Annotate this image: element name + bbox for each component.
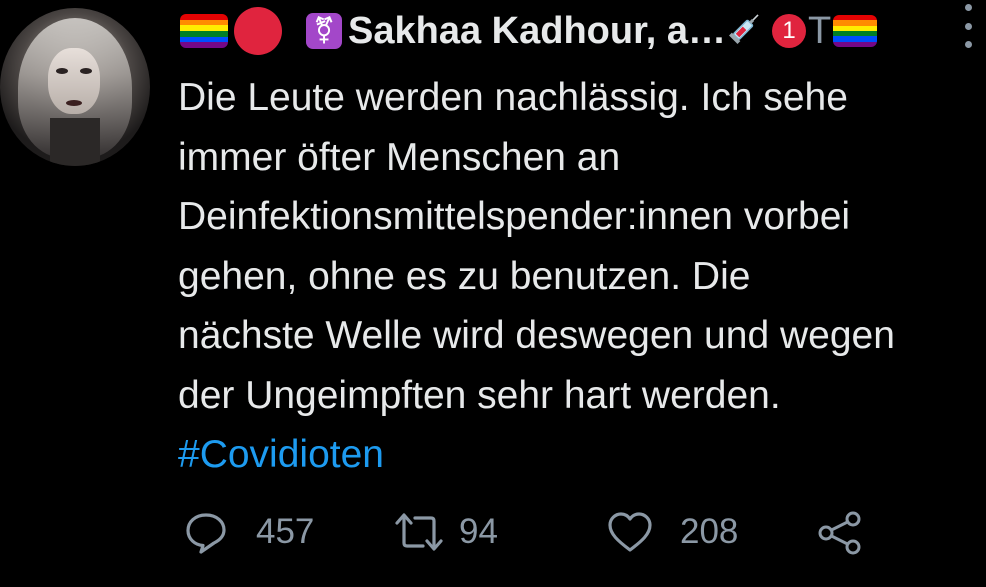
tweet-text: Die Leute werden nachlässig. Ich sehe im… [178,68,986,485]
rainbow-flag-icon [180,14,228,48]
retweet-icon [393,510,445,554]
share-icon [817,510,863,556]
tweet-text-line: der Ungeimpften sehr hart werden. [178,373,781,417]
tweet-text-line: Deinfektionsmittelspender:innen vorbei [178,195,851,238]
hashtag-link[interactable]: #Covidioten [178,425,986,485]
avatar[interactable] [0,8,150,166]
tweet-text-line: nächste Welle wird deswegen und wegen [178,314,895,357]
notification-badge: 1 [772,14,807,48]
tweet-text-line: gehen, ohne es zu benutzen. Die [178,254,751,298]
truncated-text-fragment: T [808,9,832,52]
transgender-symbol-icon: ⚧ [306,13,342,49]
tweet-header: ⚧ Sakhaa Kadhour, a… 1 T [180,7,878,55]
red-circle-icon [234,7,282,55]
share-button[interactable] [817,510,863,556]
tweet-text-line: Die Leute werden nachlässig. Ich sehe [178,76,848,119]
rainbow-flag-icon [833,15,878,47]
like-button[interactable]: 208 [606,510,738,554]
like-count: 208 [680,512,739,551]
reply-icon [184,510,228,554]
reply-count: 457 [256,512,315,551]
syringe-icon [728,9,764,53]
heart-icon [606,510,654,554]
more-options-icon[interactable] [963,4,973,48]
retweet-button[interactable]: 94 [393,510,498,554]
action-bar: 457 94 208 [0,510,986,566]
reply-button[interactable]: 457 [184,510,314,554]
tweet-text-line: immer öfter Menschen an [178,135,621,179]
author-display-name[interactable]: Sakhaa Kadhour, a… [348,10,726,53]
retweet-count: 94 [459,512,498,551]
